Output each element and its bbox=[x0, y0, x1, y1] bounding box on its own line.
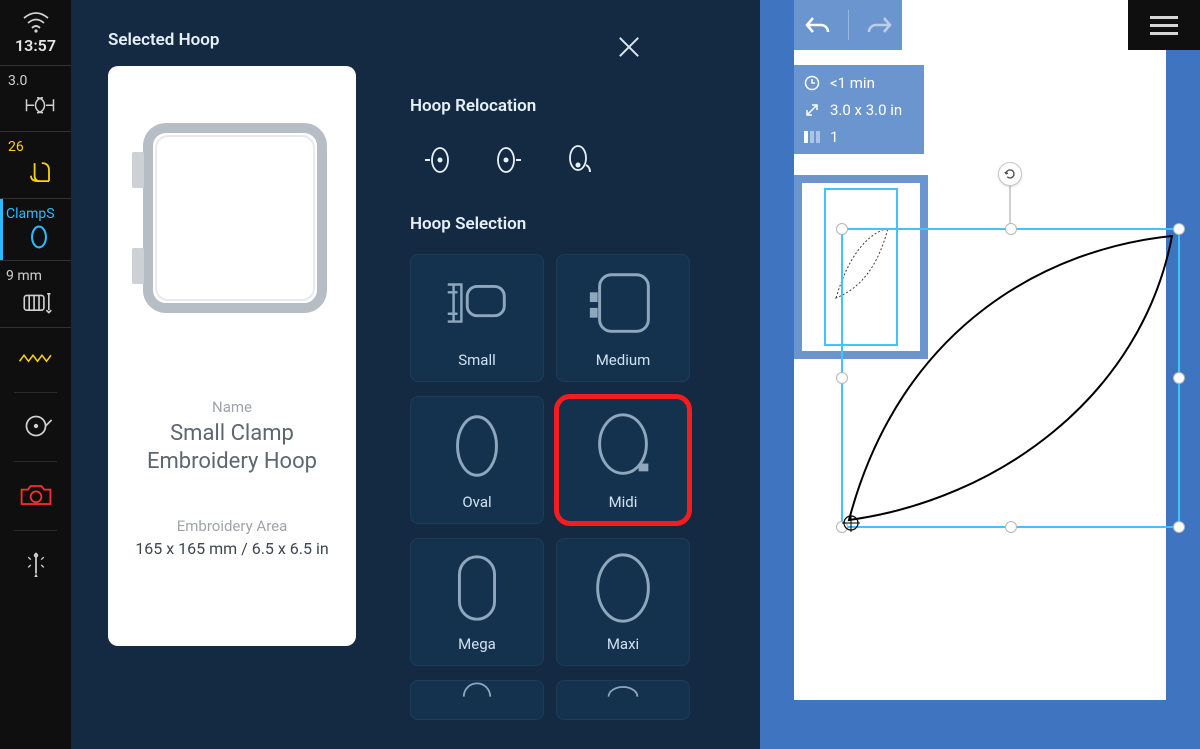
hoop-tile-extra-2[interactable] bbox=[556, 680, 690, 720]
handle-tr[interactable] bbox=[1173, 223, 1185, 235]
needle-icon bbox=[20, 551, 52, 577]
time-estimate: <1 min bbox=[830, 74, 875, 92]
selected-hoop-title: Selected Hoop bbox=[108, 30, 374, 50]
relocation-row bbox=[410, 140, 736, 180]
name-label: Name bbox=[124, 398, 340, 416]
selected-hoop-image bbox=[130, 114, 334, 318]
hoop-code: ClampS bbox=[6, 207, 55, 222]
name-value: Small Clamp Embroidery Hoop bbox=[124, 420, 340, 475]
tension-value: 3.0 bbox=[8, 74, 27, 89]
hoop-tile-label: Midi bbox=[609, 493, 638, 511]
tool-bobbin[interactable] bbox=[0, 393, 71, 461]
hoop-tile-medium[interactable]: Medium bbox=[556, 254, 690, 382]
handle-tm[interactable] bbox=[1005, 223, 1017, 235]
hoop-panel: Selected Hoop Name Small Clamp Embroider… bbox=[72, 0, 760, 749]
hoop-tile-label: Small bbox=[458, 351, 496, 369]
hoop-tile-label: Oval bbox=[462, 493, 491, 511]
status-hoop[interactable]: ClampS bbox=[0, 199, 71, 261]
tool-needle[interactable] bbox=[0, 531, 71, 599]
origin-marker bbox=[842, 514, 860, 532]
tool-camera[interactable] bbox=[0, 462, 71, 530]
wifi-icon bbox=[20, 8, 52, 34]
status-wifi-clock: 13:57 bbox=[0, 0, 71, 66]
selection-title: Hoop Selection bbox=[410, 214, 736, 234]
design-info: <1 min 3.0 x 3.0 in 1 bbox=[794, 65, 924, 154]
handle-br[interactable] bbox=[1173, 521, 1185, 533]
rotate-handle[interactable] bbox=[998, 162, 1022, 186]
relocation-center[interactable] bbox=[418, 140, 458, 180]
palette-icon bbox=[804, 131, 820, 143]
handle-bm[interactable] bbox=[1005, 521, 1017, 533]
thickness-value: 9 mm bbox=[6, 269, 42, 284]
handle-mr[interactable] bbox=[1173, 372, 1185, 384]
redo-button[interactable] bbox=[866, 14, 894, 36]
handle-tl[interactable] bbox=[836, 223, 848, 235]
status-plate[interactable]: 9 mm bbox=[0, 261, 71, 327]
selected-hoop-column: Selected Hoop Name Small Clamp Embroider… bbox=[72, 0, 398, 749]
zigzag-icon bbox=[18, 344, 54, 374]
area-label: Embroidery Area bbox=[124, 517, 340, 535]
status-foot[interactable]: 26 bbox=[0, 132, 71, 198]
undo-button[interactable] bbox=[803, 14, 831, 36]
hoop-tile-small[interactable]: Small bbox=[410, 254, 544, 382]
selected-hoop-card: Name Small Clamp Embroidery Hoop Embroid… bbox=[108, 66, 356, 646]
divider bbox=[848, 10, 849, 40]
hoop-options-column: Hoop Relocation Hoop Selection Small Med… bbox=[398, 0, 760, 749]
hoop-tile-midi[interactable]: Midi bbox=[556, 396, 690, 524]
design-editor: <1 min 3.0 x 3.0 in 1 bbox=[760, 0, 1200, 749]
stitch-count: 26 bbox=[8, 140, 24, 155]
size-icon bbox=[804, 102, 820, 118]
hoop-grid: Small Medium Oval Midi Mega Maxi bbox=[410, 254, 736, 720]
foot-icon bbox=[22, 158, 58, 188]
active-indicator bbox=[0, 199, 3, 260]
hoop-icon bbox=[23, 224, 55, 250]
status-stitchtype[interactable] bbox=[0, 328, 71, 392]
hoop-tile-maxi[interactable]: Maxi bbox=[556, 538, 690, 666]
close-button[interactable] bbox=[614, 32, 644, 62]
hoop-tile-oval[interactable]: Oval bbox=[410, 396, 544, 524]
relocation-bottom[interactable] bbox=[558, 140, 598, 180]
handle-ml[interactable] bbox=[836, 372, 848, 384]
relocation-left[interactable] bbox=[488, 140, 528, 180]
area-value: 165 x 165 mm / 6.5 x 6.5 in bbox=[124, 539, 340, 558]
color-count: 1 bbox=[830, 128, 838, 146]
camera-icon bbox=[18, 480, 54, 510]
hoop-tile-label: Mega bbox=[458, 635, 496, 653]
plate-icon bbox=[21, 287, 57, 317]
status-sidebar: 13:57 3.0 26 ClampS 9 mm bbox=[0, 0, 72, 749]
status-tension[interactable]: 3.0 bbox=[0, 66, 71, 132]
menu-button[interactable] bbox=[1128, 0, 1200, 50]
relocation-title: Hoop Relocation bbox=[410, 96, 736, 116]
hoop-tile-mega[interactable]: Mega bbox=[410, 538, 544, 666]
hoop-tile-label: Maxi bbox=[607, 635, 639, 653]
hoop-tile-extra-1[interactable] bbox=[410, 680, 544, 720]
clock-icon bbox=[804, 75, 820, 91]
tension-icon bbox=[22, 91, 58, 121]
size-text: 3.0 x 3.0 in bbox=[830, 101, 902, 119]
clock-text: 13:57 bbox=[15, 36, 56, 55]
history-bar bbox=[794, 0, 902, 50]
selection-box[interactable] bbox=[841, 228, 1180, 528]
bobbin-icon bbox=[20, 413, 52, 439]
hoop-tile-label: Medium bbox=[596, 351, 651, 369]
rotate-connector bbox=[1009, 186, 1011, 226]
